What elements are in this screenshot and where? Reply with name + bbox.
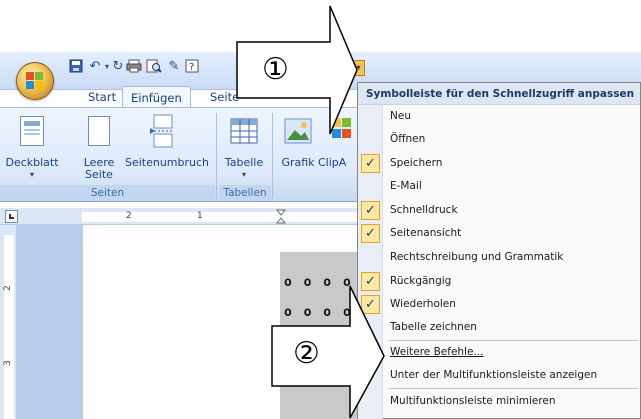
callout-number-1: ① (262, 52, 289, 87)
callout-arrow-2 (271, 285, 385, 419)
callout-arrow-1 (236, 5, 358, 135)
callout-arrows (236, 5, 385, 419)
callout-number-2: ② (293, 336, 320, 371)
